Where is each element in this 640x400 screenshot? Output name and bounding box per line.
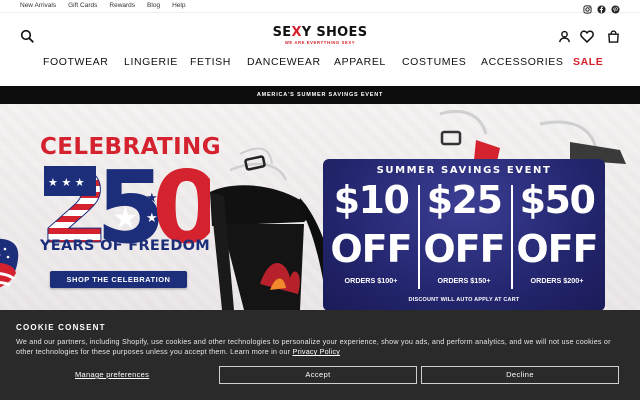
- deal-note: DISCOUNT WILL AUTO APPLY AT CART: [408, 297, 520, 303]
- deal-minimum: ORDERS $150+: [437, 276, 491, 285]
- account-icon[interactable]: [556, 28, 572, 44]
- deal-off: OFF: [516, 227, 598, 271]
- summer-savings-card[interactable]: SUMMER SAVINGS EVENT $10 OFF ORDERS $100…: [323, 159, 605, 310]
- utility-link-help[interactable]: Help: [172, 2, 185, 9]
- svg-text:★: ★: [112, 201, 139, 236]
- deal-tier: $10 OFF ORDERS $100+: [327, 179, 415, 285]
- deal-title: SUMMER SAVINGS EVENT: [376, 165, 552, 176]
- utility-link-gift-cards[interactable]: Gift Cards: [68, 2, 97, 9]
- nav-item-sale[interactable]: SALE: [573, 56, 603, 68]
- accept-button[interactable]: Accept: [219, 366, 417, 384]
- site-header: SEXY SHOES WE ARE EVERYTHING SEXY: [0, 14, 640, 58]
- instagram-icon[interactable]: [583, 1, 592, 14]
- nav-item-fetish[interactable]: FETISH: [190, 56, 231, 68]
- logo-x: X: [291, 25, 302, 40]
- deal-amount: $50: [519, 178, 596, 222]
- logo-tagline: WE ARE EVERYTHING SEXY: [284, 40, 356, 45]
- utility-bar: New Arrivals Gift Cards Rewards Blog Hel…: [0, 0, 640, 14]
- deal-amount: $10: [333, 178, 410, 222]
- deal-off: OFF: [423, 227, 505, 271]
- hero-freedom-text: YEARS OF FREEDOM: [40, 238, 211, 254]
- main-nav: FOOTWEAR LINGERIE FETISH DANCEWEAR APPAR…: [0, 54, 640, 72]
- nav-item-lingerie[interactable]: LINGERIE: [124, 56, 178, 68]
- social-links: [583, 1, 620, 14]
- promo-strip[interactable]: AMERICA'S SUMMER SAVINGS EVENT: [0, 86, 640, 104]
- deal-amount: $25: [426, 178, 503, 222]
- cookie-description: We and our partners, including Shopify, …: [16, 337, 624, 357]
- privacy-policy-link[interactable]: Privacy Policy: [293, 347, 341, 356]
- shop-celebration-button[interactable]: SHOP THE CELEBRATION: [50, 271, 187, 288]
- logo-part: Y SHOES: [301, 25, 368, 40]
- utility-link-rewards[interactable]: Rewards: [109, 2, 135, 9]
- decline-button[interactable]: Decline: [421, 366, 619, 384]
- manage-preferences-link[interactable]: Manage preferences: [75, 370, 149, 379]
- deal-off: OFF: [330, 227, 412, 271]
- svg-text:★ ★ ★: ★ ★ ★: [48, 176, 85, 189]
- pinterest-icon[interactable]: [611, 1, 620, 14]
- facebook-icon[interactable]: [597, 1, 606, 14]
- utility-link-blog[interactable]: Blog: [147, 2, 160, 9]
- nav-item-footwear[interactable]: FOOTWEAR: [43, 56, 108, 68]
- site-logo[interactable]: SEXY SHOES WE ARE EVERYTHING SEXY: [266, 26, 374, 48]
- cart-icon[interactable]: [605, 28, 621, 44]
- hero-250-graphic: 2 ★ ★ ★ 5 ★ 0 ★ ★: [40, 156, 210, 246]
- cookie-title: COOKIE CONSENT: [16, 323, 106, 332]
- nav-item-dancewear[interactable]: DANCEWEAR: [247, 56, 321, 68]
- hero-banner[interactable]: CELEBRATING 2 ★ ★ ★ 5 ★ 0 ★ ★ YEARS OF F…: [0, 104, 640, 310]
- wishlist-icon[interactable]: [579, 28, 595, 44]
- deal-tier: $50 OFF ORDERS $200+: [513, 179, 601, 285]
- search-icon[interactable]: [19, 28, 35, 44]
- svg-text:★: ★: [146, 191, 158, 206]
- utility-links: New Arrivals Gift Cards Rewards Blog Hel…: [20, 2, 185, 9]
- deal-minimum: ORDERS $200+: [530, 276, 584, 285]
- cookie-consent-banner: COOKIE CONSENT We and our partners, incl…: [0, 310, 640, 400]
- page: New Arrivals Gift Cards Rewards Blog Hel…: [0, 0, 640, 400]
- deal-tier: $25 OFF ORDERS $150+: [420, 179, 508, 285]
- utility-link-new-arrivals[interactable]: New Arrivals: [20, 2, 56, 9]
- logo-part: SE: [272, 25, 292, 40]
- nav-item-apparel[interactable]: APPAREL: [334, 56, 386, 68]
- nav-item-costumes[interactable]: COSTUMES: [402, 56, 466, 68]
- deal-minimum: ORDERS $100+: [344, 276, 398, 285]
- logo-wordmark: SEXY SHOES: [266, 26, 374, 39]
- svg-text:★: ★: [146, 211, 158, 226]
- flag-ribbon-decoration: [0, 229, 28, 299]
- nav-item-accessories[interactable]: ACCESSORIES: [481, 56, 563, 68]
